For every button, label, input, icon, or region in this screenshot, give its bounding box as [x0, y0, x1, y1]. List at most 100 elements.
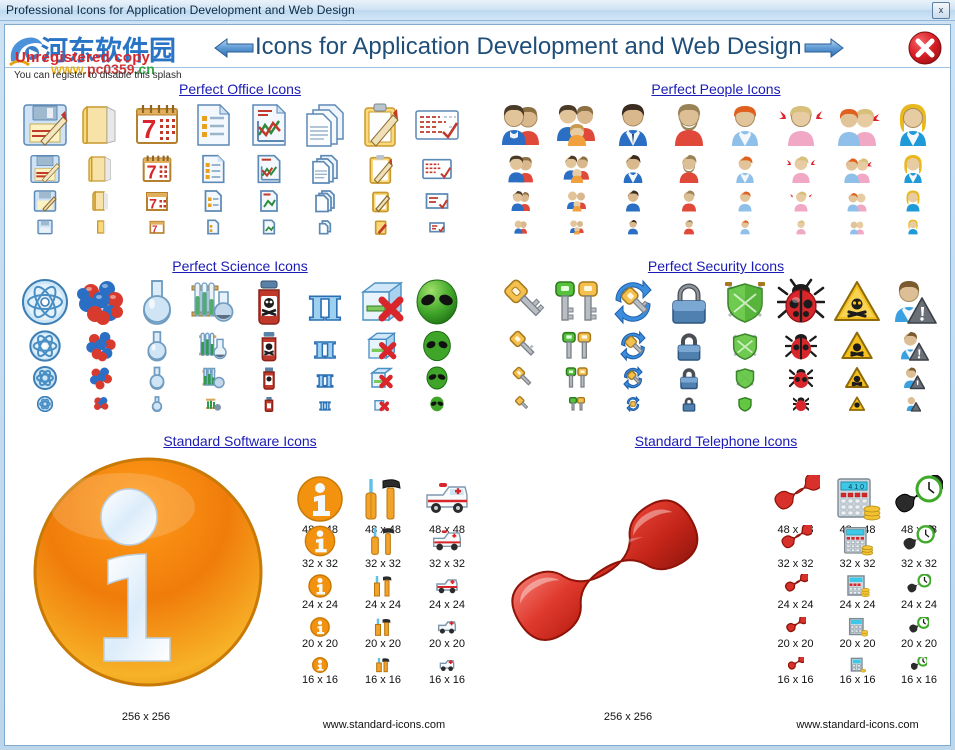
two-keys-icon[interactable]	[553, 278, 601, 326]
man-icon[interactable]	[625, 219, 641, 235]
checklist-icon[interactable]	[421, 153, 453, 185]
test-tubes-icon[interactable]	[197, 330, 229, 362]
hazard-triangle-icon[interactable]	[849, 396, 865, 412]
padlock-icon[interactable]	[677, 366, 701, 390]
site-url-standard-telephone-icons[interactable]: www.standard-icons.com	[765, 719, 950, 731]
poison-bottle-icon[interactable]	[261, 396, 277, 412]
site-url-standard-software-icons[interactable]: www.standard-icons.com	[289, 719, 479, 731]
alien-head-icon[interactable]	[413, 278, 461, 326]
shield-swords-icon[interactable]	[729, 330, 761, 362]
size-cell-info-ball-32[interactable]: 32 x 32	[289, 525, 351, 570]
floppy-save-icon[interactable]	[21, 101, 69, 149]
shield-swords-icon[interactable]	[733, 366, 757, 390]
molecule-icon[interactable]	[77, 278, 125, 326]
test-tubes-icon[interactable]	[205, 396, 221, 412]
bug-icon[interactable]	[789, 366, 813, 390]
padlock-icon[interactable]	[673, 330, 705, 362]
size-cell-ambulance-16[interactable]: 16 x 16	[415, 657, 479, 686]
children-icon[interactable]	[845, 189, 869, 213]
checklist-icon[interactable]	[413, 101, 461, 149]
clipboard-pencil-icon[interactable]	[373, 219, 389, 235]
bug-icon[interactable]	[793, 396, 809, 412]
size-cell-ambulance-20[interactable]: 20 x 20	[415, 617, 479, 650]
couple-icon[interactable]	[513, 219, 529, 235]
pi-symbol-icon[interactable]: π	[317, 396, 333, 412]
close-circle-icon[interactable]	[908, 31, 942, 65]
woman-icon[interactable]	[889, 101, 937, 149]
hazard-triangle-icon[interactable]	[845, 366, 869, 390]
delete-box-icon[interactable]	[369, 366, 393, 390]
woman-icon[interactable]	[897, 153, 929, 185]
calendar-icon[interactable]: 7	[133, 101, 181, 149]
calendar-icon[interactable]: 7	[141, 153, 173, 185]
floppy-save-icon[interactable]	[37, 219, 53, 235]
bug-icon[interactable]	[777, 278, 825, 326]
boy-icon[interactable]	[729, 153, 761, 185]
flask-icon[interactable]	[141, 330, 173, 362]
poison-bottle-icon[interactable]	[253, 330, 285, 362]
section-title-perfect-science-icons[interactable]: Perfect Science Icons	[5, 258, 475, 274]
family-icon[interactable]	[569, 219, 585, 235]
alien-head-icon[interactable]	[425, 366, 449, 390]
clipboard-pencil-icon[interactable]	[357, 101, 405, 149]
documents-stack-icon[interactable]	[301, 101, 349, 149]
user-warning-icon[interactable]	[901, 366, 925, 390]
atom-icon[interactable]	[33, 366, 57, 390]
size-cell-phone-clock-32[interactable]: 32 x 32	[888, 525, 950, 570]
poison-bottle-icon[interactable]	[245, 278, 293, 326]
padlock-icon[interactable]	[681, 396, 697, 412]
checklist-icon[interactable]	[425, 189, 449, 213]
man-beard-icon[interactable]	[665, 101, 713, 149]
atom-icon[interactable]	[37, 396, 53, 412]
section-title-standard-telephone-icons[interactable]: Standard Telephone Icons	[481, 433, 950, 449]
clipboard-pencil-icon[interactable]	[365, 153, 397, 185]
man-beard-icon[interactable]	[677, 189, 701, 213]
size-cell-phone-clock-20[interactable]: 20 x 20	[888, 617, 950, 650]
key-icon[interactable]	[513, 396, 529, 412]
hazard-triangle-icon[interactable]	[833, 278, 881, 326]
poison-bottle-icon[interactable]	[257, 366, 281, 390]
key-icon[interactable]	[509, 366, 533, 390]
test-tubes-icon[interactable]	[201, 366, 225, 390]
test-tubes-icon[interactable]	[189, 278, 237, 326]
delete-box-icon[interactable]	[365, 330, 397, 362]
clipboard-pencil-icon[interactable]	[369, 189, 393, 213]
family-icon[interactable]	[553, 101, 601, 149]
key-sync-icon[interactable]	[621, 366, 645, 390]
size-cell-handset-16[interactable]: 16 x 16	[765, 657, 826, 686]
hero-phone-handset-icon[interactable]	[483, 475, 773, 715]
size-cell-tools-20[interactable]: 20 x 20	[352, 617, 414, 650]
couple-icon[interactable]	[497, 101, 545, 149]
size-cell-handset-24[interactable]: 24 x 24	[765, 574, 826, 611]
girl-icon[interactable]	[785, 153, 817, 185]
size-cell-ambulance-24[interactable]: 24 x 24	[415, 574, 479, 611]
list-document-icon[interactable]	[205, 219, 221, 235]
pi-symbol-icon[interactable]: π	[313, 366, 337, 390]
list-document-icon[interactable]	[189, 101, 237, 149]
two-keys-icon[interactable]	[569, 396, 585, 412]
size-cell-calculator-coins-24[interactable]: 24 x 24	[827, 574, 888, 611]
documents-stack-icon[interactable]	[317, 219, 333, 235]
atom-icon[interactable]	[21, 278, 69, 326]
size-cell-info-ball-20[interactable]: 20 x 20	[289, 617, 351, 650]
man-beard-icon[interactable]	[681, 219, 697, 235]
user-warning-icon[interactable]	[897, 330, 929, 362]
man-beard-icon[interactable]	[673, 153, 705, 185]
calendar-icon[interactable]: 7	[145, 189, 169, 213]
size-cell-info-ball-24[interactable]: 24 x 24	[289, 574, 351, 611]
size-cell-phone-clock-16[interactable]: 16 x 16	[888, 657, 950, 686]
size-cell-info-ball-16[interactable]: 16 x 16	[289, 657, 351, 686]
boy-icon[interactable]	[733, 189, 757, 213]
list-document-icon[interactable]	[197, 153, 229, 185]
user-warning-icon[interactable]	[905, 396, 921, 412]
couple-icon[interactable]	[509, 189, 533, 213]
chart-document-icon[interactable]	[245, 101, 293, 149]
molecule-icon[interactable]	[89, 366, 113, 390]
chart-document-icon[interactable]	[253, 153, 285, 185]
delete-box-icon[interactable]	[357, 278, 405, 326]
girl-icon[interactable]	[793, 219, 809, 235]
system-close-button[interactable]: x	[932, 2, 950, 19]
size-cell-tools-24[interactable]: 24 x 24	[352, 574, 414, 611]
calendar-icon[interactable]: 7	[149, 219, 165, 235]
folder-icon[interactable]	[77, 101, 125, 149]
